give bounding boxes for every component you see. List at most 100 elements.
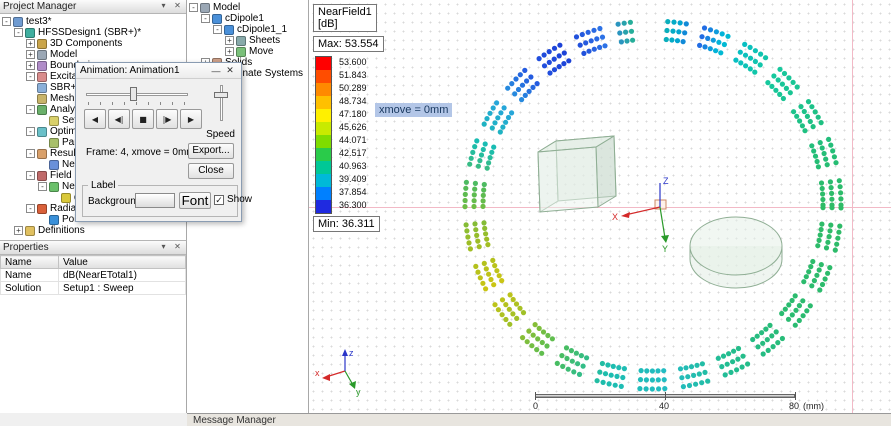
properties-panel-menu-icon[interactable]: ▾: [158, 242, 169, 253]
colorbar-tick-label: 45.626: [339, 121, 367, 134]
colorbar-band: [316, 148, 331, 161]
collapse-icon[interactable]: -: [201, 14, 210, 23]
colorbar-band: [316, 187, 331, 200]
dialog-minimize-icon[interactable]: —: [209, 66, 223, 76]
animation-dialog: Animation: Animation1 — ✕ ◀◀|■|▶▶ Speed …: [75, 62, 242, 222]
ruler-unit: (mm): [803, 401, 824, 411]
x-axis-label: X: [612, 212, 618, 222]
background-color-button[interactable]: [135, 193, 175, 208]
property-name-cell: Solution: [1, 282, 59, 295]
components-icon: [37, 39, 47, 49]
overlays-icon: [37, 171, 47, 181]
tree-item-model[interactable]: - Model: [187, 2, 308, 13]
radiation-icon: [37, 204, 47, 214]
tree-item-move[interactable]: +Move: [187, 46, 308, 57]
speed-slider[interactable]: [214, 85, 228, 121]
stop-button[interactable]: ■: [132, 109, 154, 129]
frame-slider[interactable]: [86, 87, 188, 105]
definitions-icon: [25, 226, 35, 236]
xmove-annotation[interactable]: xmove = 0mm: [375, 103, 452, 117]
ruler-tick-40: 40: [659, 401, 669, 411]
play-reverse-button[interactable]: ◀: [84, 109, 106, 129]
animation-dialog-titlebar[interactable]: Animation: Animation1 — ✕: [76, 63, 241, 79]
collapse-icon[interactable]: -: [213, 25, 222, 34]
view-orientation-triad: x z y: [315, 348, 361, 397]
collapse-icon[interactable]: -: [26, 127, 35, 136]
legend-colorbar: [315, 56, 332, 214]
frame-slider-thumb[interactable]: [130, 87, 137, 101]
tree-item-label: Model: [50, 49, 77, 60]
play-button[interactable]: ▶: [180, 109, 202, 129]
show-checkbox-group[interactable]: ✓ Show: [214, 194, 252, 205]
expand-icon[interactable]: +: [225, 47, 234, 56]
coordinate-axes: X Y Z: [612, 176, 669, 254]
legend-unit: [dB]: [318, 18, 372, 30]
triad-z-label: z: [349, 348, 354, 358]
sbr-icon: [37, 83, 47, 93]
property-row[interactable]: NamedB(NearETotal1): [1, 269, 186, 282]
tree-item-3d-components[interactable]: +3D Components: [0, 38, 186, 49]
colorbar-band: [316, 70, 331, 83]
colorbar-tick-label: 51.843: [339, 69, 367, 82]
tree-item-cdipole1[interactable]: - cDipole1: [187, 13, 308, 24]
tree-item-cdipole1-1[interactable]: -cDipole1_1: [187, 24, 308, 35]
properties-column-header: Value: [59, 256, 186, 269]
neare-icon: [49, 160, 59, 170]
tree-item-label: Model: [213, 2, 240, 13]
property-value-cell[interactable]: Setup1 : Sweep: [59, 282, 186, 295]
label-group: Label Background Font ✓ Show: [82, 185, 238, 217]
expand-icon[interactable]: +: [14, 226, 23, 235]
animation-dialog-title: Animation: Animation1: [80, 65, 209, 76]
dipole-icon: [212, 14, 222, 24]
colorbar-band: [316, 96, 331, 109]
colorbar-band: [316, 174, 331, 187]
collapse-icon[interactable]: -: [26, 171, 35, 180]
step-forward-button[interactable]: |▶: [156, 109, 178, 129]
label-group-title: Label: [88, 180, 118, 191]
expand-icon[interactable]: +: [26, 61, 35, 70]
legend-colorbar-wrap: 53.60051.84350.28948.73447.18045.62644.0…: [315, 56, 384, 214]
results-icon: [37, 149, 47, 159]
mesh-icon: [37, 94, 47, 104]
font-button[interactable]: Font: [179, 192, 211, 209]
background-label: Background: [88, 196, 141, 207]
frame-slider-track[interactable]: [86, 93, 188, 96]
expand-icon[interactable]: +: [26, 39, 35, 48]
step-back-button[interactable]: ◀|: [108, 109, 130, 129]
collapse-icon[interactable]: -: [26, 149, 35, 158]
close-button[interactable]: Close: [188, 163, 234, 179]
project-panel-close-icon[interactable]: ✕: [172, 1, 183, 12]
message-manager-bar[interactable]: Message Manager: [187, 413, 891, 426]
collapse-icon[interactable]: -: [26, 72, 35, 81]
tree-item-sheets[interactable]: +Sheets: [187, 35, 308, 46]
tree-item-definitions[interactable]: +Definitions: [0, 225, 186, 236]
dialog-close-icon[interactable]: ✕: [223, 65, 237, 76]
design-icon: [25, 28, 35, 38]
tree-item-model[interactable]: + Model: [0, 49, 186, 60]
collapse-icon[interactable]: -: [26, 105, 35, 114]
collapse-icon[interactable]: -: [189, 3, 198, 12]
collapse-icon[interactable]: -: [2, 17, 11, 26]
collapse-icon[interactable]: -: [14, 28, 23, 37]
property-row[interactable]: SolutionSetup1 : Sweep: [1, 282, 186, 295]
collapse-icon[interactable]: -: [26, 204, 35, 213]
project-panel-menu-icon[interactable]: ▾: [158, 1, 169, 12]
property-value-cell[interactable]: dB(NearETotal1): [59, 269, 186, 282]
tree-item-hfssdesign1-sbr[interactable]: -HFSSDesign1 (SBR+)*: [0, 27, 186, 38]
expand-icon[interactable]: +: [225, 36, 234, 45]
colorbar-tick-label: 48.734: [339, 95, 367, 108]
collapse-icon[interactable]: -: [38, 182, 47, 191]
show-checkbox[interactable]: ✓: [214, 195, 224, 205]
project-icon: [13, 17, 23, 27]
export-button[interactable]: Export...: [188, 143, 234, 159]
expand-icon[interactable]: +: [26, 50, 35, 59]
speed-slider-thumb[interactable]: [214, 92, 228, 98]
move-icon: [236, 47, 246, 57]
speed-slider-track[interactable]: [220, 85, 223, 121]
properties-panel-close-icon[interactable]: ✕: [172, 242, 183, 253]
modeler-viewport[interactable]: X Y Z x z y NearField1: [309, 0, 891, 413]
field-plot-canvas[interactable]: X Y Z x z y: [309, 0, 891, 413]
tree-item-label: cDipole1: [225, 13, 264, 24]
colorbar-tick-label: 39.409: [339, 173, 367, 186]
tree-item-test3[interactable]: -test3*: [0, 16, 186, 27]
